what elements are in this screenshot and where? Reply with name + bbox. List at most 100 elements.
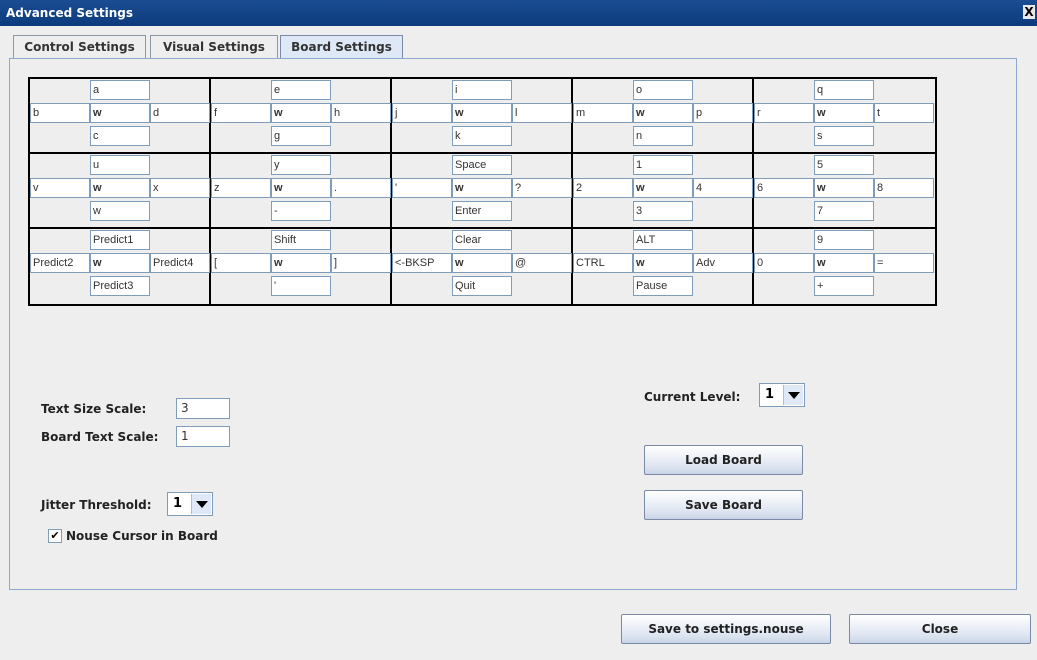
board-key-field[interactable]: @ bbox=[512, 253, 572, 273]
tab-board-settings[interactable]: Board Settings bbox=[280, 35, 403, 60]
board-key-field[interactable]: j bbox=[392, 103, 452, 123]
board-key-field[interactable]: o bbox=[633, 80, 693, 100]
board-key-field[interactable]: Quit bbox=[452, 276, 512, 296]
board-key-field[interactable]: [ bbox=[211, 253, 271, 273]
nouse-cursor-checkbox[interactable]: ✔ bbox=[48, 529, 62, 543]
board-key-field[interactable]: d bbox=[150, 103, 210, 123]
chevron-down-icon[interactable] bbox=[783, 385, 803, 405]
board-key-field[interactable]: 4 bbox=[693, 178, 753, 198]
board-key-field[interactable]: Adv bbox=[693, 253, 753, 273]
board-key-field[interactable]: l bbox=[512, 103, 572, 123]
board-key-field[interactable]: m bbox=[573, 103, 633, 123]
board-key-field[interactable]: c bbox=[90, 126, 150, 146]
text-size-scale-label: Text Size Scale: bbox=[41, 402, 147, 416]
board-key-field[interactable]: Predict1 bbox=[90, 230, 150, 250]
save-settings-button[interactable]: Save to settings.nouse bbox=[621, 614, 831, 644]
board-key-field[interactable]: w bbox=[633, 178, 693, 198]
board-key-field[interactable]: w bbox=[271, 253, 331, 273]
load-board-button[interactable]: Load Board bbox=[644, 445, 803, 475]
board-key-field[interactable]: 8 bbox=[874, 178, 934, 198]
current-level-select[interactable]: 1 bbox=[759, 383, 805, 407]
board-cell: ALT CTRL w Adv Pause bbox=[573, 229, 754, 304]
board-key-field[interactable]: 6 bbox=[754, 178, 814, 198]
board-key-field[interactable]: . bbox=[331, 178, 391, 198]
board-key-field[interactable]: w bbox=[271, 103, 331, 123]
board-key-field[interactable]: 5 bbox=[814, 155, 874, 175]
board-key-field[interactable]: + bbox=[814, 276, 874, 296]
jitter-threshold-value: 1 bbox=[173, 496, 183, 511]
board-key-field[interactable]: ALT bbox=[633, 230, 693, 250]
board-key-field[interactable]: 7 bbox=[814, 201, 874, 221]
board-key-field[interactable]: w bbox=[452, 253, 512, 273]
board-cell: ijwlk bbox=[392, 79, 573, 154]
board-key-field[interactable]: s bbox=[814, 126, 874, 146]
board-cell: efwhg bbox=[211, 79, 392, 154]
board-key-field[interactable]: w bbox=[633, 253, 693, 273]
board-key-field[interactable]: Predict2 bbox=[30, 253, 90, 273]
board-key-field[interactable]: 2 bbox=[573, 178, 633, 198]
board-key-field[interactable]: ? bbox=[512, 178, 572, 198]
board-key-field[interactable]: t bbox=[874, 103, 934, 123]
jitter-threshold-select[interactable]: 1 bbox=[167, 492, 213, 516]
board-key-field[interactable]: v bbox=[30, 178, 90, 198]
board-key-field[interactable]: b bbox=[30, 103, 90, 123]
board-key-field[interactable]: e bbox=[271, 80, 331, 100]
board-key-field[interactable]: = bbox=[874, 253, 934, 273]
board-key-field[interactable]: Predict4 bbox=[150, 253, 210, 273]
board-key-field[interactable]: y bbox=[271, 155, 331, 175]
board-cell: Predict1 Predict2 w Predict4 Predict3 bbox=[30, 229, 211, 304]
board-key-field[interactable]: w bbox=[271, 178, 331, 198]
board-key-field[interactable]: <-BKSP bbox=[392, 253, 452, 273]
board-key-field[interactable]: Pause bbox=[633, 276, 693, 296]
board-key-field[interactable]: Predict3 bbox=[90, 276, 150, 296]
board-key-field[interactable]: w bbox=[814, 178, 874, 198]
board-key-field[interactable]: h bbox=[331, 103, 391, 123]
tab-visual-settings[interactable]: Visual Settings bbox=[150, 35, 278, 59]
board-key-field[interactable]: k bbox=[452, 126, 512, 146]
board-key-field[interactable]: f bbox=[211, 103, 271, 123]
tab-control-settings[interactable]: Control Settings bbox=[13, 35, 146, 59]
board-key-field[interactable]: 3 bbox=[633, 201, 693, 221]
board-key-field[interactable]: i bbox=[452, 80, 512, 100]
text-size-scale-input[interactable]: 3 bbox=[176, 398, 230, 419]
board-key-field[interactable]: u bbox=[90, 155, 150, 175]
close-button[interactable]: Close bbox=[849, 614, 1031, 644]
board-key-field[interactable]: ' bbox=[392, 178, 452, 198]
board-key-field[interactable]: r bbox=[754, 103, 814, 123]
jitter-threshold-label: Jitter Threshold: bbox=[41, 498, 152, 512]
board-key-field[interactable]: p bbox=[693, 103, 753, 123]
board-key-field[interactable]: n bbox=[633, 126, 693, 146]
board-key-field[interactable]: a bbox=[90, 80, 150, 100]
board-key-field[interactable]: w bbox=[90, 253, 150, 273]
board-key-field[interactable]: Clear bbox=[452, 230, 512, 250]
board-key-field[interactable]: q bbox=[814, 80, 874, 100]
board-key-field[interactable]: Shift bbox=[271, 230, 331, 250]
board-key-field[interactable]: g bbox=[271, 126, 331, 146]
board-key-field[interactable]: 1 bbox=[633, 155, 693, 175]
board-key-field[interactable]: w bbox=[814, 103, 874, 123]
board-cell: 9 0 w = + bbox=[754, 229, 935, 304]
board-key-field[interactable]: w bbox=[633, 103, 693, 123]
board-text-scale-input[interactable]: 1 bbox=[176, 426, 230, 447]
board-key-field[interactable]: ' bbox=[271, 276, 331, 296]
board-text-scale-label: Board Text Scale: bbox=[41, 430, 159, 444]
board-key-field[interactable]: 9 bbox=[814, 230, 874, 250]
board-key-field[interactable]: ] bbox=[331, 253, 391, 273]
close-window-icon[interactable]: X bbox=[1023, 5, 1035, 19]
board-key-field[interactable]: w bbox=[814, 253, 874, 273]
board-key-field[interactable]: w bbox=[90, 103, 150, 123]
board-key-field[interactable]: w bbox=[452, 178, 512, 198]
save-board-button[interactable]: Save Board bbox=[644, 490, 803, 520]
nouse-cursor-label[interactable]: Nouse Cursor in Board bbox=[66, 529, 218, 543]
board-key-field[interactable]: w bbox=[90, 201, 150, 221]
board-key-field[interactable]: Enter bbox=[452, 201, 512, 221]
board-key-field[interactable]: 0 bbox=[754, 253, 814, 273]
board-key-field[interactable]: w bbox=[452, 103, 512, 123]
board-key-field[interactable]: z bbox=[211, 178, 271, 198]
board-key-field[interactable]: w bbox=[90, 178, 150, 198]
board-key-field[interactable]: x bbox=[150, 178, 210, 198]
chevron-down-icon[interactable] bbox=[191, 494, 211, 514]
board-key-field[interactable]: - bbox=[271, 201, 331, 221]
board-key-field[interactable]: CTRL bbox=[573, 253, 633, 273]
board-key-field[interactable]: Space bbox=[452, 155, 512, 175]
